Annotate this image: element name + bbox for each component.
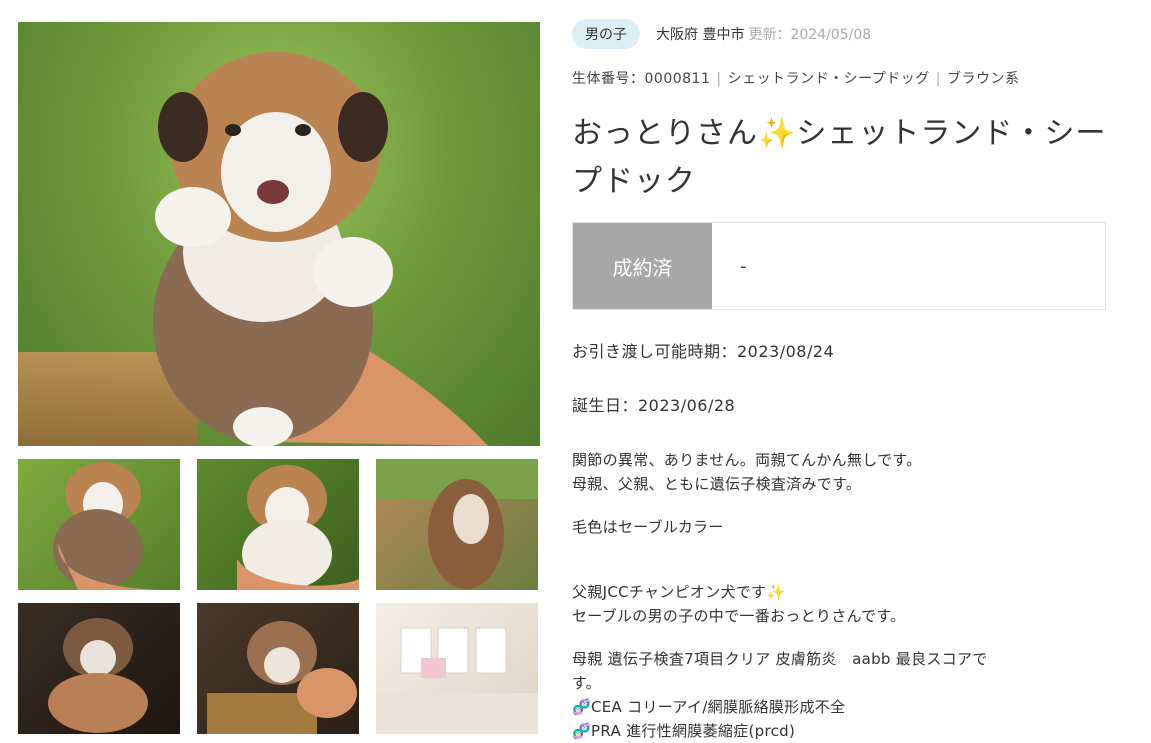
spec-line: 生体番号：0000811 | シェットランド・シープドッグ | ブラウン系 [572, 68, 1112, 88]
desc-line: 母親 遺伝子検査7項目クリア 皮膚筋炎 aabb 最良スコアで [572, 650, 988, 668]
thumbnail-3-image [376, 459, 538, 589]
desc-line: 🧬CEA コリーアイ/網膜脈絡膜形成不全 [572, 695, 1112, 719]
desc-line: 父親JCCチャンピオン犬です✨ [572, 580, 1112, 604]
thumbnail-6[interactable] [376, 603, 538, 734]
thumbnail-5[interactable] [197, 603, 359, 734]
desc-line: 毛色はセーブルカラー [572, 518, 724, 536]
thumbnail-2-image [237, 465, 359, 590]
title-part-1: おっとりさん [572, 116, 758, 151]
sex-badge: 男の子 [572, 19, 640, 49]
price-box: 成約済 - [572, 222, 1106, 310]
location-text: 大阪府 豊中市 [656, 27, 745, 43]
sparkle-icon: ✨ [758, 116, 797, 151]
desc-line: す。 [572, 674, 602, 692]
puppy-illustration [153, 52, 489, 446]
birthday: 誕生日：2023/06/28 [572, 396, 736, 415]
id-number: 生体番号：0000811 [572, 71, 711, 87]
status-badge: 成約済 [573, 223, 712, 309]
color-type: ブラウン系 [946, 71, 1020, 87]
desc-line: 関節の異常、ありません。両親てんかん無しです。 [572, 451, 922, 469]
meta-line: 男の子 大阪府 豊中市 更新：2024/05/08 [572, 18, 1112, 50]
dna-icon: 🧬 [572, 722, 591, 740]
thumbnail-2[interactable] [197, 459, 359, 590]
thumbnail-5-image [207, 621, 357, 734]
thumbnail-1-image [53, 462, 168, 590]
photo-gallery [18, 22, 540, 734]
thumbnail-1[interactable] [18, 459, 180, 590]
separator: | [935, 71, 941, 87]
thumbnail-grid [18, 459, 540, 734]
thumbnail-4[interactable] [18, 603, 180, 734]
separator: | [716, 71, 722, 87]
desc-text: PRA 進行性網膜萎縮症(prcd) [590, 722, 796, 740]
desc-text: 父親JCCチャンピオン犬です [572, 583, 767, 601]
thumbnail-3[interactable] [376, 459, 538, 590]
desc-line: 🧬PRA 進行性網膜萎縮症(prcd) [572, 719, 1112, 743]
updated-date: 更新：2024/05/08 [748, 27, 872, 43]
thumbnail-6-image [376, 627, 538, 734]
price-value: - [740, 255, 747, 277]
desc-line: セーブルの男の子の中で一番おっとりさんです。 [572, 607, 906, 625]
sparkle-icon: ✨ [766, 583, 786, 601]
listing-title: おっとりさん✨シェットランド・シープドック [572, 110, 1112, 206]
dna-icon: 🧬 [572, 698, 591, 716]
desc-line: 母親、父親、ともに遺伝子検査済みです。 [572, 475, 862, 493]
handover-date: お引き渡し可能時期：2023/08/24 [572, 342, 835, 361]
description: 関節の異常、ありません。両親てんかん無しです。 母親、父親、ともに遺伝子検査済み… [572, 448, 1112, 743]
main-puppy-photo[interactable] [18, 22, 540, 446]
thumbnail-4-image [48, 618, 148, 733]
desc-text: CEA コリーアイ/網膜脈絡膜形成不全 [590, 698, 846, 716]
listing-info: 男の子 大阪府 豊中市 更新：2024/05/08 生体番号：0000811 | シ… [572, 18, 1112, 743]
breed-text: シェットランド・シープドッグ [727, 71, 930, 87]
